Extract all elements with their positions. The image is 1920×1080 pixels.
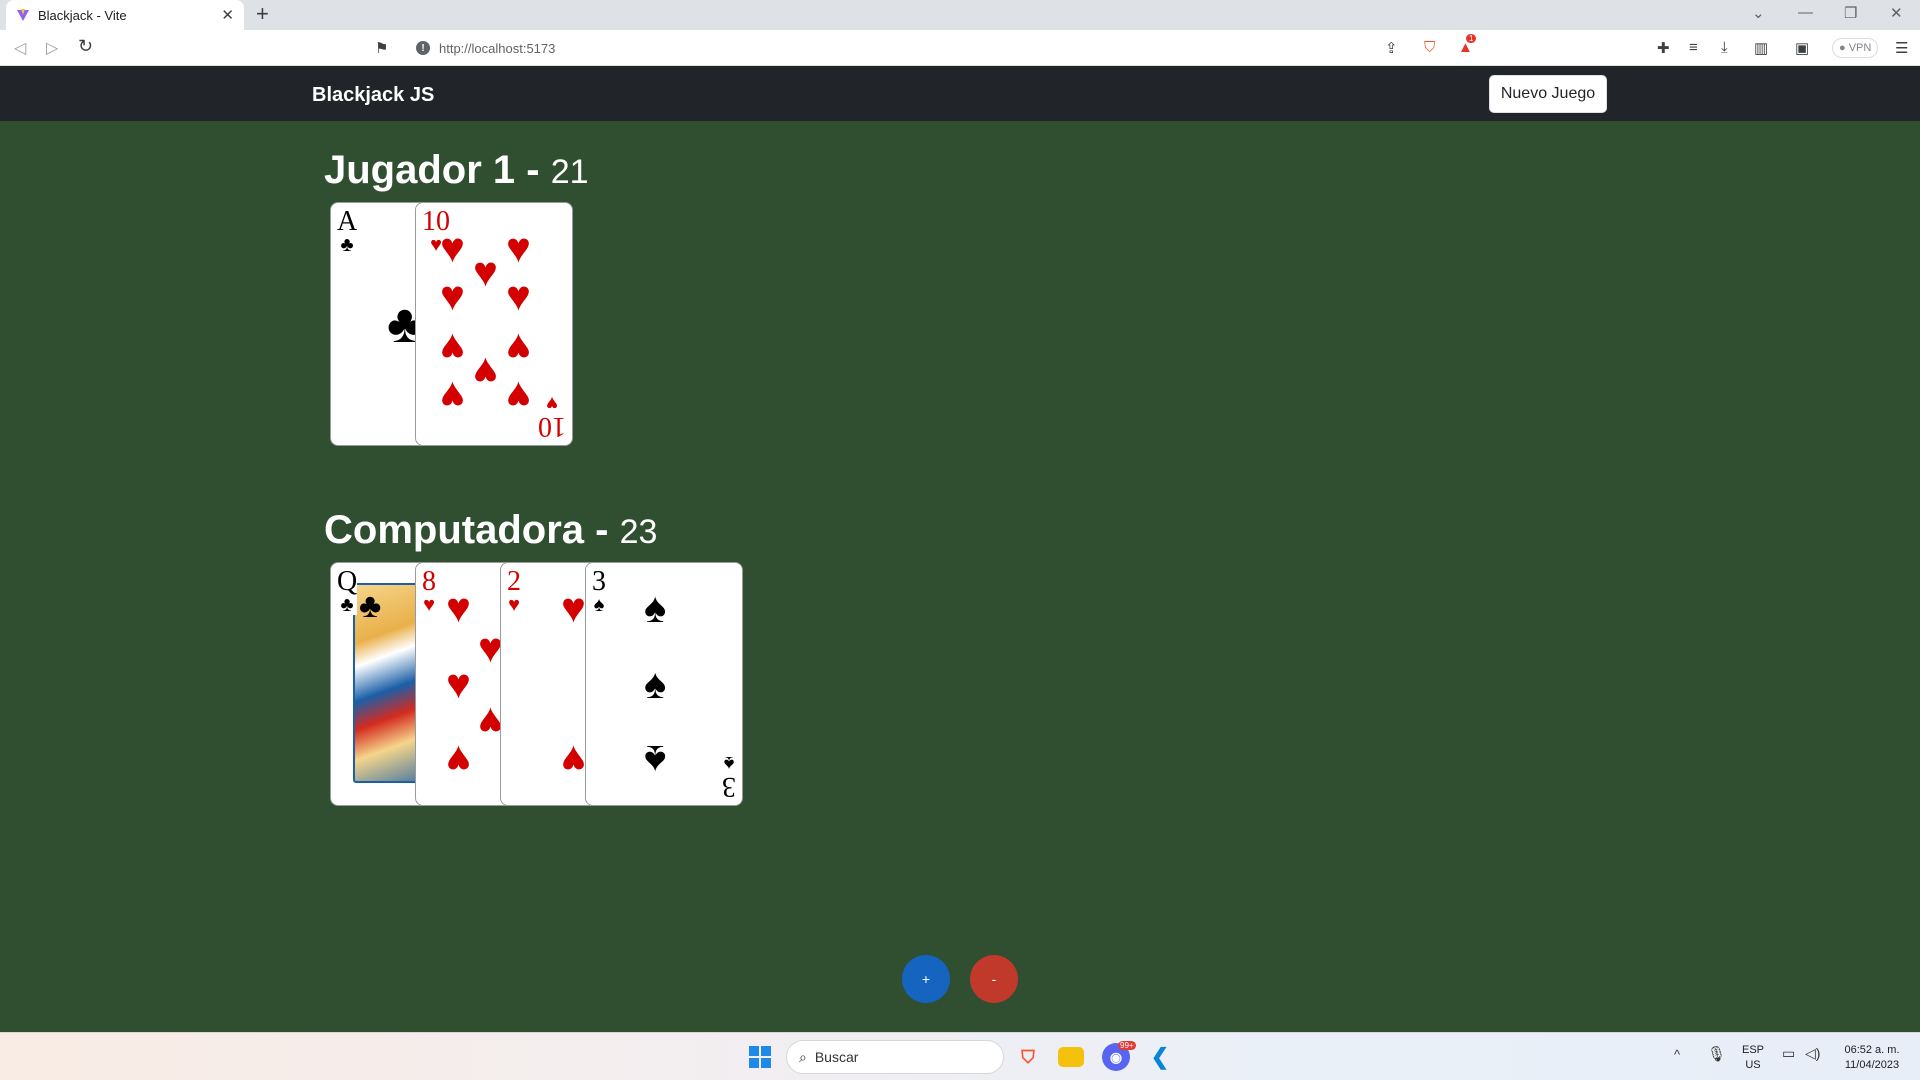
card-pip: ♥ [506,272,531,319]
card-pip: ♣ [359,587,382,625]
windows-taskbar: ⌕ Buscar ⛉ ◉ 99+ ❮ ^ 🎙 ESP US ▭ ◁) 06:52… [0,1032,1920,1080]
card-pip: ♠ [644,737,667,784]
download-icon[interactable]: ⤓ [1721,39,1728,56]
card-10-hearts: 10 ♥ 10 ♥ ♥ ♥ ♥ ♥ ♥ ♥ ♥ ♥ ♥ ♥ [415,202,573,446]
language-indicator[interactable]: ESP US [1740,1043,1766,1073]
computer-title: Computadora - 23 [324,508,657,553]
card-suit: ♠ [723,752,735,774]
card-pip: ♥ [440,373,465,420]
address-bar[interactable]: ! http://localhost:5173 [400,34,1480,62]
clock-time: 06:52 a. m. [1844,1044,1900,1056]
card-pip: ♠ [644,660,667,707]
site-info-icon[interactable]: ! [416,41,430,55]
card-pip: ♥ [506,373,531,420]
network-icon[interactable]: ▭ [1782,1045,1795,1062]
brand-title[interactable]: Blackjack JS [312,84,434,107]
vite-favicon-icon [17,9,29,21]
clock-date: 11/04/2023 [1844,1059,1900,1071]
card-pip: ♥ [440,224,465,271]
card-rank: 10 [538,411,566,442]
card-pip: ♥ [446,584,471,631]
file-explorer-icon[interactable] [1058,1047,1084,1067]
card-rank: 2 [507,566,521,597]
card-suit: ♣ [340,594,354,616]
card-3-spades: 3 ♠ 3 ♠ ♠ ♠ ♠ [585,562,743,806]
share-icon[interactable]: ⇪ [1385,39,1398,57]
card-pip: ♥ [446,737,471,784]
browser-tab[interactable]: Blackjack - Vite ✕ [6,0,244,30]
search-icon: ⌕ [799,1048,807,1065]
close-window-icon[interactable]: ✕ [1890,4,1903,22]
vscode-icon[interactable]: ❮ [1146,1043,1174,1071]
clock[interactable]: 06:52 a. m. 11/04/2023 [1834,1043,1910,1073]
minimize-icon[interactable]: — [1798,4,1813,21]
tab-title: Blackjack - Vite [38,7,127,23]
card-pip: ♥ [440,325,465,372]
microphone-icon[interactable]: 🎙 [1707,1045,1726,1063]
language-code: ESP [1741,1044,1764,1056]
player-title: Jugador 1 - 21 [324,148,589,193]
windows-start-icon[interactable] [746,1043,774,1071]
card-pip: ♥ [473,248,498,295]
reload-icon[interactable]: ↻ [78,36,93,57]
card-pip: ♥ [561,737,586,784]
card-rank: 3 [592,566,606,597]
hit-button[interactable]: + [902,955,950,1003]
tab-search-chevron-icon[interactable]: ⌄ [1752,4,1765,22]
forward-icon[interactable]: ▷ [46,38,58,58]
brave-shield-icon[interactable]: ⛉ [1424,39,1435,56]
player-score: 21 [550,153,589,191]
new-game-button[interactable]: Nuevo Juego [1489,75,1607,113]
card-pip: ♥ [506,325,531,372]
tab-close-icon[interactable]: ✕ [221,6,234,24]
card-rank: 8 [422,566,436,597]
card-pip: ♥ [446,660,471,707]
vpn-button[interactable]: ● VPN [1832,38,1879,58]
taskbar-search-input[interactable]: ⌕ Buscar [786,1040,1004,1074]
restore-icon[interactable]: ❐ [1844,4,1857,22]
card-pip: ♥ [561,584,586,631]
new-tab-button[interactable]: + [256,3,269,25]
card-pip: ♠ [644,584,667,631]
menu-icon[interactable]: ☰ [1895,39,1908,57]
app-navbar: Blackjack JS [0,66,1920,121]
card-suit: ♥ [508,594,520,616]
card-rank: A [337,206,358,237]
region-code: US [1745,1059,1761,1071]
card-pip: ♥ [506,224,531,271]
url-text: http://localhost:5173 [439,40,556,56]
back-icon[interactable]: ◁ [14,38,26,58]
card-suit: ♥ [546,392,558,414]
card-pip: ♥ [473,349,498,396]
tray-chevron-icon[interactable]: ^ [1674,1047,1680,1062]
playlist-icon[interactable]: ≡ [1689,39,1698,56]
card-suit: ♥ [423,594,435,616]
discord-badge: 99+ [1118,1041,1136,1050]
sidebar-icon[interactable]: ▥ [1754,39,1768,57]
card-pip: ♥ [440,272,465,319]
brave-browser-icon[interactable]: ⛉ [1014,1043,1042,1071]
card-suit: ♠ [593,594,605,616]
browser-toolbar: ◁ ▷ ↻ ⚑ ! http://localhost:5173 ⇪ ⛉ ▲ 1 … [0,30,1920,66]
volume-icon[interactable]: ◁) [1805,1045,1820,1062]
browser-tabstrip: Blackjack - Vite ✕ + ⌄ — ❐ ✕ [0,0,1920,30]
wallet-icon[interactable]: ▣ [1795,39,1809,57]
computer-name: Computadora - [324,508,609,552]
card-suit: ♣ [340,234,354,256]
player-name: Jugador 1 - [324,148,540,192]
bookmark-icon[interactable]: ⚑ [375,39,388,57]
extensions-icon[interactable]: ✚ [1657,39,1670,57]
stand-button[interactable]: - [970,955,1018,1003]
card-rank: Q [337,566,358,597]
computer-score: 23 [619,513,658,551]
search-placeholder: Buscar [814,1049,859,1065]
card-rank: 3 [722,771,736,802]
